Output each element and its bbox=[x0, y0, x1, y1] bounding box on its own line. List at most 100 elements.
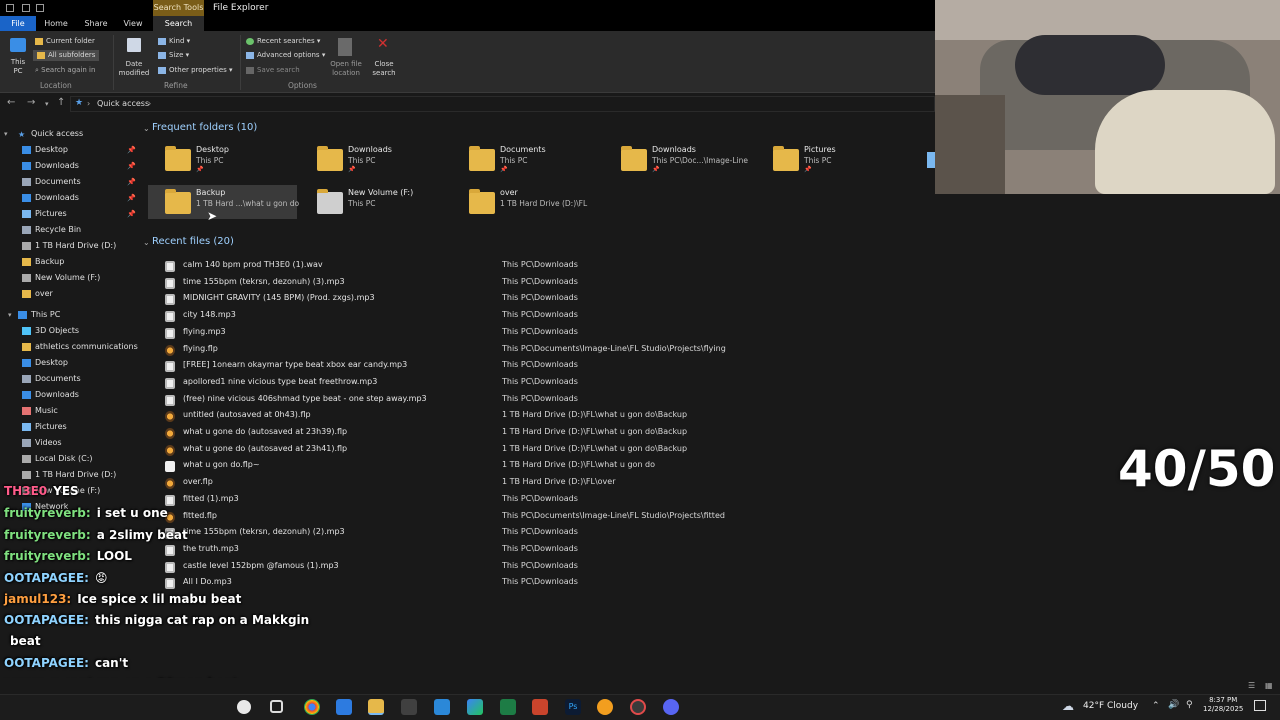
horizontal-scrollbar[interactable] bbox=[0, 678, 1280, 694]
app-icon[interactable] bbox=[532, 699, 548, 715]
frequent-folders-header[interactable]: Frequent folders (10) bbox=[152, 122, 257, 133]
recent-file-row[interactable]: MIDNIGHT GRAVITY (145 BPM) (Prod. zxgs).… bbox=[160, 291, 720, 307]
weather-text[interactable]: 42°F Cloudy bbox=[1083, 701, 1138, 711]
chevron-down-icon[interactable]: ▾ bbox=[8, 311, 12, 319]
properties-icon[interactable] bbox=[22, 4, 30, 12]
quick-access-icon[interactable] bbox=[6, 4, 14, 12]
recent-file-row[interactable]: untitled (autosaved at 0h43).flp 1 TB Ha… bbox=[160, 408, 720, 424]
forward-arrow-icon[interactable]: → bbox=[27, 97, 35, 108]
new-folder-icon[interactable] bbox=[36, 4, 44, 12]
frequent-folder-name[interactable]: Pictures bbox=[804, 145, 836, 154]
chevron-down-icon[interactable]: ⌄ bbox=[143, 124, 150, 133]
network-icon[interactable]: ⚲ bbox=[1186, 700, 1193, 710]
pin-icon[interactable]: 📌 bbox=[127, 194, 136, 202]
chevron-down-icon[interactable]: ▾ bbox=[4, 130, 8, 138]
all-subfolders-button[interactable]: All subfolders bbox=[33, 50, 100, 61]
app-icon[interactable] bbox=[434, 699, 450, 715]
recent-file-row[interactable]: [FREE] 1onearn okaymar type beat xbox ea… bbox=[160, 358, 720, 374]
recent-file-row[interactable]: time 155bpm (tekrsn, dezonuh) (2).mp3 Th… bbox=[160, 525, 720, 541]
nav-item[interactable]: Downloads bbox=[22, 193, 79, 202]
app-icon[interactable] bbox=[401, 699, 417, 715]
recent-file-row[interactable]: All I Do.mp3 This PC\Downloads bbox=[160, 575, 720, 591]
folder-icon[interactable] bbox=[773, 146, 799, 171]
current-folder-button[interactable]: Current folder bbox=[35, 37, 95, 46]
nav-item[interactable]: Backup bbox=[22, 257, 64, 266]
tab-share[interactable]: Share bbox=[80, 16, 112, 31]
frequent-folder-name[interactable]: Downloads bbox=[652, 145, 696, 154]
pin-icon[interactable]: 📌 bbox=[127, 162, 136, 170]
details-view-icon[interactable]: ☰ bbox=[1248, 681, 1255, 690]
frequent-folder-name[interactable]: New Volume (F:) bbox=[348, 188, 413, 197]
this-pc-icon[interactable] bbox=[10, 38, 26, 52]
task-view-icon[interactable] bbox=[270, 700, 283, 713]
chevron-right-icon[interactable]: › bbox=[87, 99, 90, 108]
nav-item[interactable]: 1 TB Hard Drive (D:) bbox=[22, 470, 116, 479]
drive-icon[interactable] bbox=[317, 189, 343, 214]
folder-icon[interactable] bbox=[927, 152, 935, 168]
other-properties-dropdown[interactable]: Other properties ▾ bbox=[158, 66, 233, 75]
pin-icon[interactable]: 📌 bbox=[127, 178, 136, 186]
store-icon[interactable] bbox=[336, 699, 352, 715]
discord-icon[interactable] bbox=[663, 699, 679, 715]
nav-item[interactable]: over bbox=[22, 289, 53, 298]
recent-file-row[interactable]: what u gone do (autosaved at 23h39).flp … bbox=[160, 425, 720, 441]
file-explorer-icon[interactable] bbox=[368, 699, 384, 715]
recent-file-row[interactable]: over.flp 1 TB Hard Drive (D:)\FL\over bbox=[160, 475, 720, 491]
recent-file-row[interactable]: calm 140 bpm prod TH3E0 (1).wav This PC\… bbox=[160, 258, 720, 274]
nav-item[interactable]: Videos bbox=[22, 438, 62, 447]
frequent-folder-name[interactable]: over bbox=[500, 188, 518, 197]
save-search-button[interactable]: Save search bbox=[246, 66, 300, 75]
recent-file-row[interactable]: time 155bpm (tekrsn, dezonuh) (3).mp3 Th… bbox=[160, 275, 720, 291]
nav-this-pc[interactable]: This PC bbox=[18, 310, 60, 319]
folder-icon[interactable] bbox=[165, 189, 191, 214]
recent-file-row[interactable]: the truth.mp3 This PC\Downloads bbox=[160, 542, 720, 558]
recent-file-row[interactable]: what u gone do (autosaved at 23h41).flp … bbox=[160, 442, 720, 458]
address-box[interactable] bbox=[70, 96, 935, 112]
back-arrow-icon[interactable]: ← bbox=[7, 97, 15, 108]
chevron-down-icon[interactable]: ⌄ bbox=[143, 238, 150, 247]
kind-dropdown[interactable]: Kind ▾ bbox=[158, 37, 190, 46]
nav-item[interactable]: Pictures bbox=[22, 209, 67, 218]
frequent-folder-name[interactable]: Backup bbox=[196, 188, 225, 197]
copilot-icon[interactable] bbox=[467, 699, 483, 715]
app-icon[interactable] bbox=[630, 699, 646, 715]
nav-quick-access[interactable]: ★ Quick access bbox=[18, 129, 83, 139]
chevron-right-icon[interactable]: › bbox=[148, 99, 151, 108]
tab-search[interactable]: Search bbox=[153, 16, 204, 31]
tray-chevron-icon[interactable]: ⌃ bbox=[1152, 701, 1160, 711]
recent-file-row[interactable]: castle level 152bpm @famous (1).mp3 This… bbox=[160, 559, 720, 575]
tab-home[interactable]: Home bbox=[40, 16, 72, 31]
nav-item[interactable]: Pictures bbox=[22, 422, 67, 431]
recent-file-row[interactable]: fitted.flp This PC\Documents\Image-Line\… bbox=[160, 509, 725, 525]
recent-file-row[interactable]: what u gon do.flp~ 1 TB Hard Drive (D:)\… bbox=[160, 458, 720, 474]
up-arrow-icon[interactable]: ↑ bbox=[57, 97, 65, 108]
nav-item[interactable]: New Volume (F:) bbox=[22, 273, 100, 282]
nav-item[interactable]: Desktop bbox=[22, 358, 68, 367]
folder-icon[interactable] bbox=[317, 146, 343, 171]
clock[interactable]: 8:37 PM 12/28/2025 bbox=[1203, 696, 1243, 714]
chrome-icon[interactable] bbox=[304, 699, 320, 715]
recent-file-row[interactable]: (free) nine vicious 406shmad type beat -… bbox=[160, 392, 720, 408]
this-pc-button[interactable]: This PC bbox=[6, 58, 30, 76]
frequent-folder-name[interactable]: Desktop bbox=[196, 145, 229, 154]
breadcrumb[interactable]: Quick access bbox=[97, 99, 149, 108]
nav-item[interactable]: Documents bbox=[22, 374, 81, 383]
tab-view[interactable]: View bbox=[118, 16, 148, 31]
recent-searches-dropdown[interactable]: Recent searches ▾ bbox=[246, 37, 320, 46]
date-modified-button[interactable]: Date modified bbox=[115, 60, 153, 78]
frequent-folder-name[interactable]: Documents bbox=[500, 145, 546, 154]
nav-item[interactable]: Downloads bbox=[22, 161, 79, 170]
excel-icon[interactable] bbox=[500, 699, 516, 715]
history-chevron-icon[interactable]: ▾ bbox=[45, 100, 49, 108]
notifications-icon[interactable] bbox=[1254, 700, 1266, 711]
folder-icon[interactable] bbox=[469, 189, 495, 214]
frequent-folder-name[interactable]: Downloads bbox=[348, 145, 392, 154]
nav-item[interactable]: Recycle Bin bbox=[22, 225, 81, 234]
size-dropdown[interactable]: Size ▾ bbox=[158, 51, 189, 60]
pin-icon[interactable]: 📌 bbox=[127, 146, 136, 154]
folder-icon[interactable] bbox=[469, 146, 495, 171]
tiles-view-icon[interactable]: ▦ bbox=[1265, 681, 1273, 690]
search-again-button[interactable]: ⌕ Search again in bbox=[35, 66, 95, 75]
photoshop-icon[interactable]: Ps bbox=[565, 699, 581, 715]
nav-item[interactable]: Documents bbox=[22, 177, 81, 186]
